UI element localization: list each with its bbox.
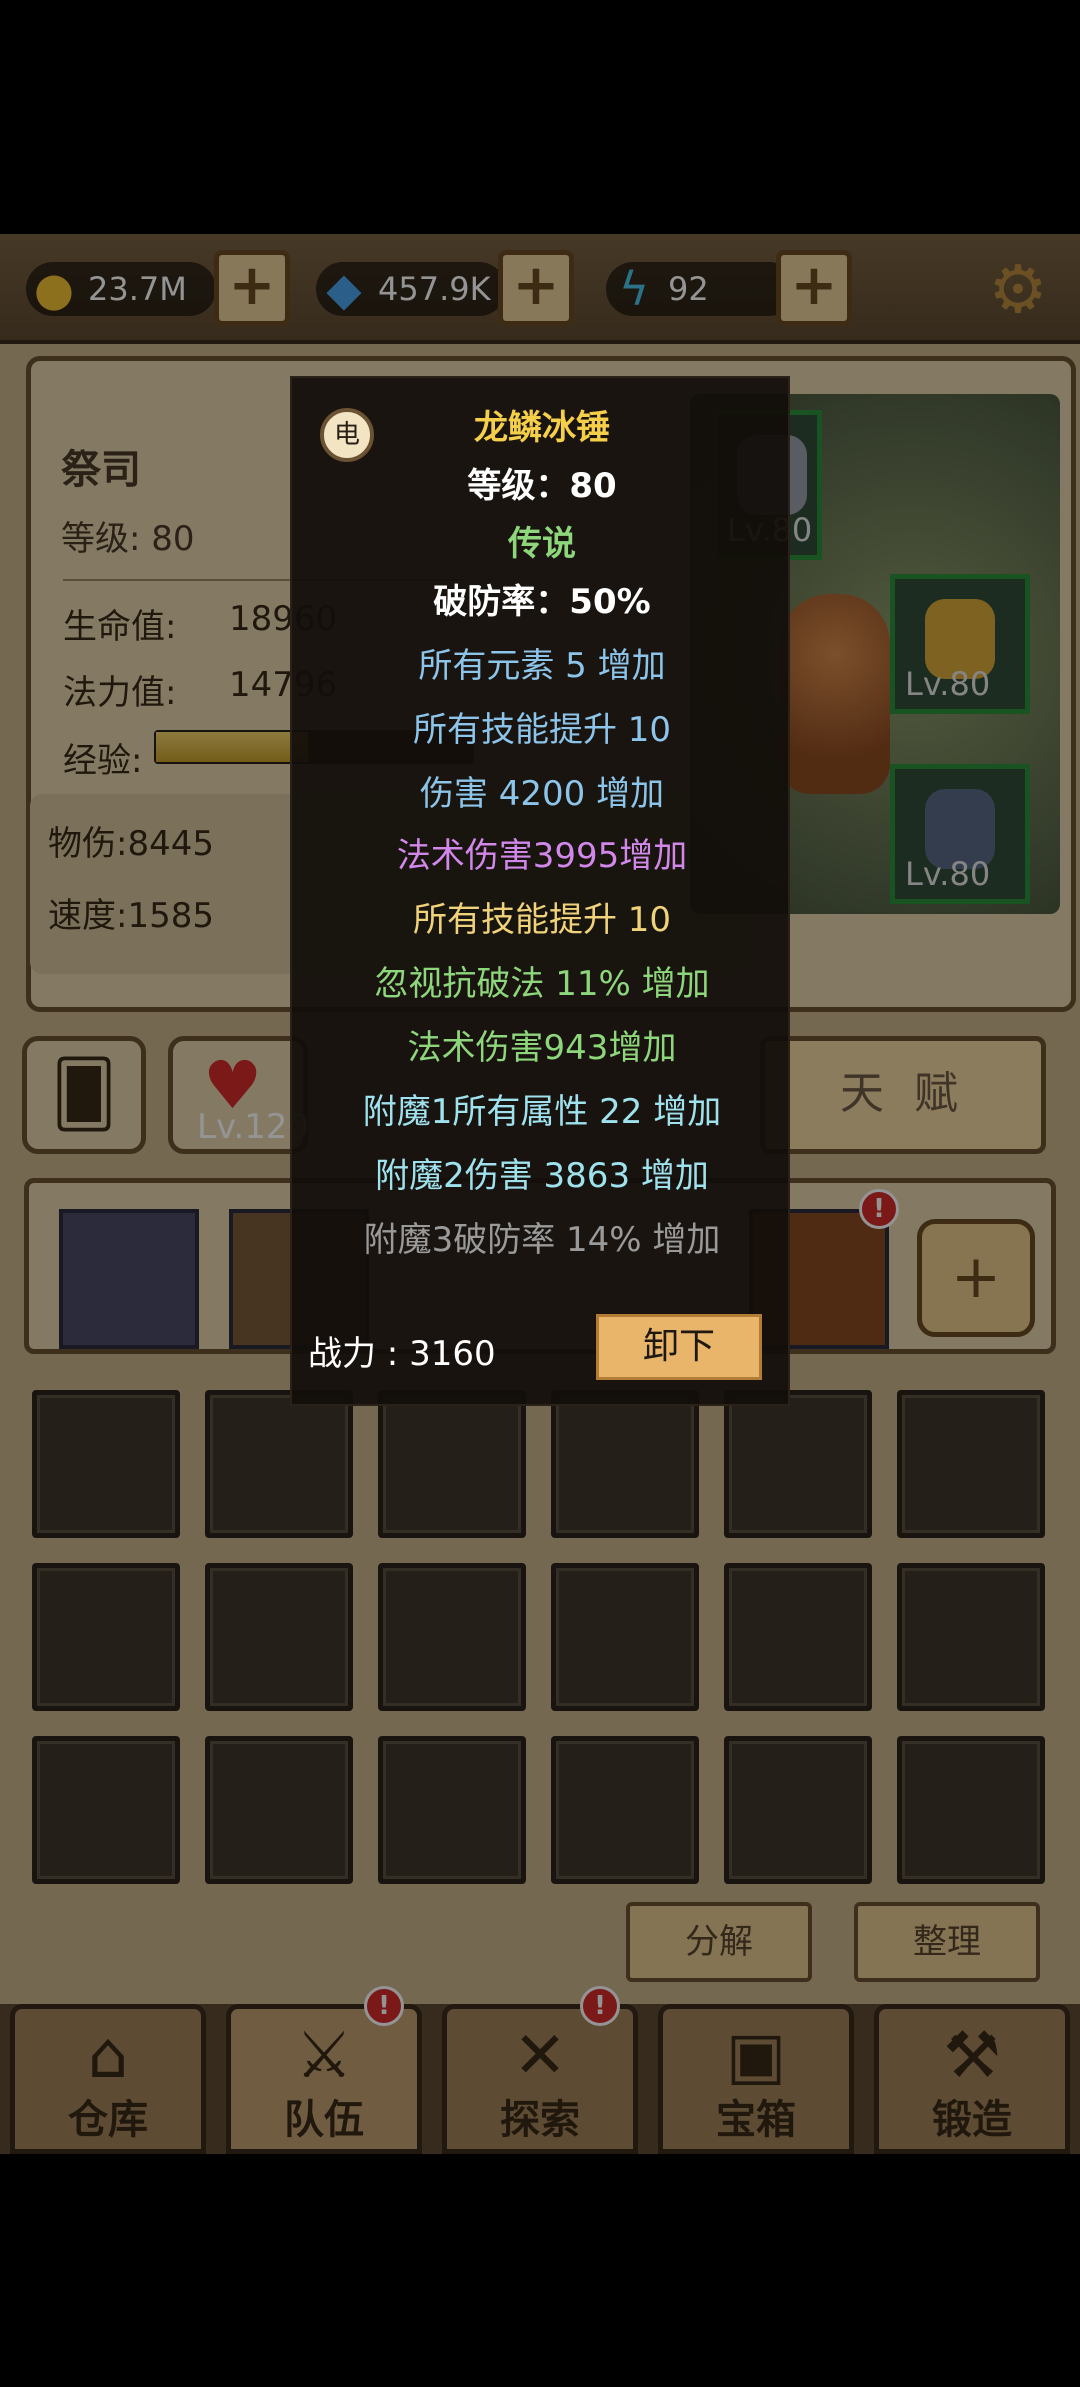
armor-penetration: 破防率：50%	[433, 582, 651, 622]
attribute-line: 所有元素 5 增加	[418, 646, 666, 686]
item-name: 龙鳞冰锤	[474, 408, 610, 448]
item-rarity: 传说	[508, 524, 576, 564]
item-level: 等级：80	[467, 466, 617, 506]
unequip-button[interactable]: 卸下	[596, 1314, 762, 1380]
item-tooltip: 电 龙鳞冰锤 等级：80 传说 破防率：50% 所有元素 5 增加 所有技能提升…	[290, 376, 790, 1406]
attribute-line: 附魔3破防率 14% 增加	[363, 1220, 721, 1260]
attribute-line: 附魔1所有属性 22 增加	[362, 1092, 722, 1132]
attribute-line: 法术伤害3995增加	[396, 836, 688, 876]
attribute-line: 所有技能提升 10	[412, 900, 672, 940]
attribute-line: 忽视抗破法 11% 增加	[374, 964, 710, 1004]
attribute-line: 所有技能提升 10	[412, 710, 672, 750]
attribute-line: 伤害 4200 增加	[419, 774, 665, 814]
attribute-line: 法术伤害943增加	[407, 1028, 677, 1068]
attribute-line: 附魔2伤害 3863 增加	[375, 1156, 709, 1196]
combat-power: 战力 : 3160	[308, 1334, 496, 1374]
